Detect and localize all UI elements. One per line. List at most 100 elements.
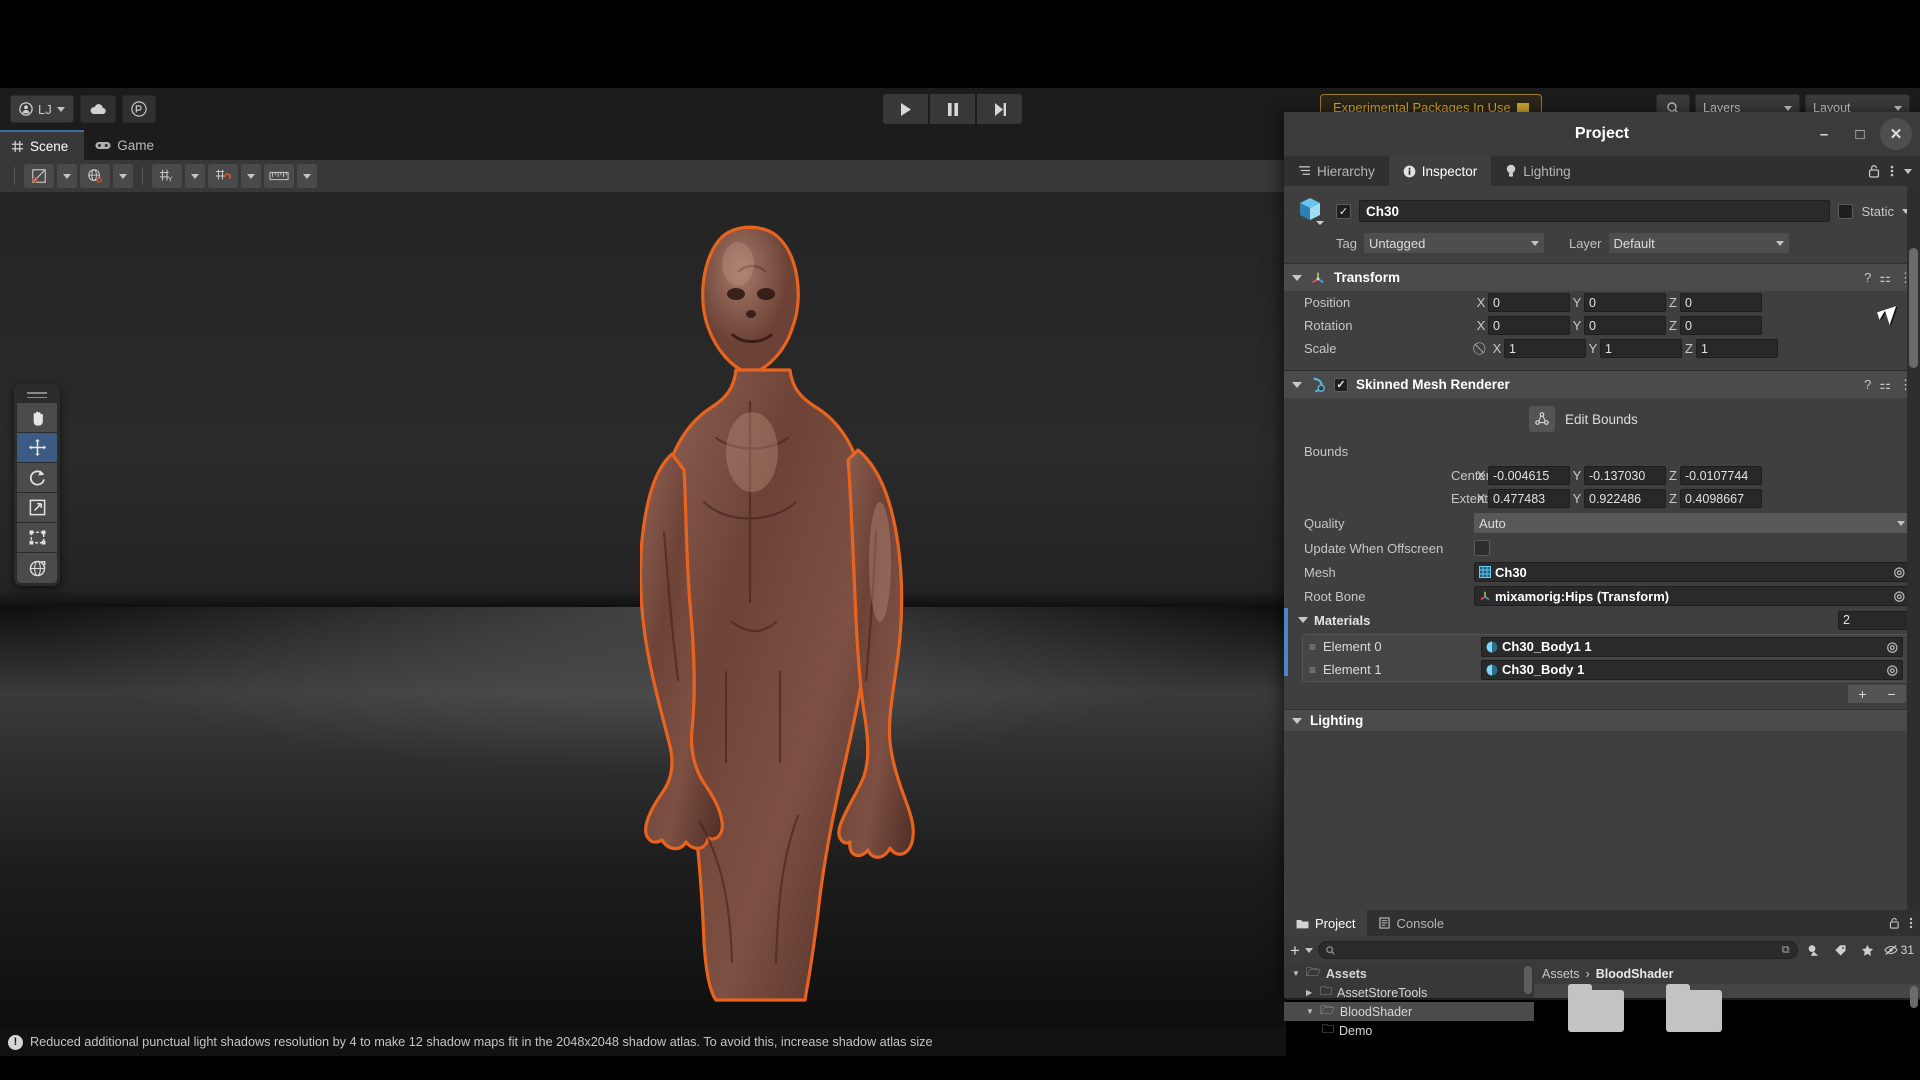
hidden-assets-indicator[interactable]: 31 [1883, 940, 1914, 960]
rotation-x-field[interactable]: 0 [1488, 316, 1570, 335]
transform-component-header[interactable]: Transform ? ⚏ ⋮ [1284, 263, 1920, 291]
scene-viewport[interactable]: ! Reduced additional punctual light shad… [0, 192, 1286, 1056]
tree-node-assets[interactable]: ▼ 🗁 Assets [1284, 964, 1534, 983]
type-filter-button[interactable] [1803, 940, 1825, 960]
tab-lighting[interactable]: Lighting [1491, 156, 1584, 186]
material-element-row[interactable]: ≡ Element 0 Ch30_Body1 1 ◎ [1303, 635, 1909, 658]
rotate-tool-button[interactable] [17, 463, 57, 493]
remove-material-button[interactable]: − [1877, 685, 1906, 703]
expand-triangle-icon[interactable]: ▼ [1292, 969, 1301, 978]
snap-increment-button[interactable] [208, 164, 238, 188]
gameobject-name-field[interactable]: Ch30 [1359, 200, 1831, 222]
object-picker-icon[interactable]: ◎ [1887, 639, 1898, 655]
update-offscreen-checkbox[interactable] [1474, 540, 1490, 556]
tab-scene[interactable]: Scene [0, 130, 85, 160]
lock-icon[interactable] [1889, 917, 1900, 929]
move-tool-button[interactable] [17, 433, 57, 463]
rect-tool-button[interactable] [17, 523, 57, 553]
object-picker-icon[interactable]: ◎ [1894, 588, 1905, 604]
position-z-field[interactable]: 0 [1680, 293, 1762, 312]
help-icon[interactable]: ? [1864, 377, 1871, 392]
tree-node-demo[interactable]: 🗀 Demo [1284, 1021, 1534, 1040]
mesh-object-field[interactable]: Ch30 ◎ [1474, 562, 1910, 582]
step-button[interactable] [977, 94, 1022, 124]
tab-hierarchy[interactable]: Hierarchy [1284, 156, 1389, 186]
minimize-button[interactable]: – [1808, 118, 1840, 150]
quality-dropdown[interactable]: Auto [1474, 513, 1910, 533]
tree-node-bloodshader[interactable]: ▼ 🗁 BloodShader [1284, 1002, 1534, 1021]
extent-y-field[interactable]: 0.922486 [1584, 489, 1666, 508]
close-button[interactable]: ✕ [1880, 118, 1912, 150]
window-title-bar[interactable]: Project – □ ✕ [1284, 112, 1920, 156]
edit-bounds-button[interactable] [1529, 406, 1555, 432]
expand-triangle-icon[interactable]: ▶ [1306, 988, 1315, 997]
tool-palette-grip[interactable] [17, 387, 57, 403]
center-z-field[interactable]: -0.0107744 [1680, 466, 1762, 485]
status-bar[interactable]: ! Reduced additional punctual light shad… [0, 1028, 1286, 1056]
object-picker-icon[interactable]: ◎ [1894, 564, 1905, 580]
materials-count-field[interactable]: 2 [1838, 610, 1910, 630]
lock-icon[interactable] [1868, 164, 1880, 178]
play-button[interactable] [883, 94, 928, 124]
preset-icon[interactable]: ⚏ [1879, 270, 1891, 286]
skinned-mesh-renderer-enabled-checkbox[interactable]: ✓ [1334, 377, 1348, 392]
cloud-button[interactable] [79, 95, 116, 123]
selected-character-mesh[interactable] [640, 202, 1070, 1002]
tree-node-assetstoretools[interactable]: ▶ 🗀 AssetStoreTools [1284, 983, 1534, 1002]
add-material-button[interactable]: + [1848, 685, 1877, 703]
preset-icon[interactable]: ⚏ [1879, 377, 1891, 393]
pause-button[interactable] [930, 94, 975, 124]
lighting-section-header[interactable]: Lighting [1284, 709, 1920, 731]
static-checkbox[interactable] [1838, 203, 1854, 219]
inspector-scrollbar-thumb[interactable] [1909, 248, 1918, 368]
tab-inspector[interactable]: Inspector [1388, 156, 1492, 186]
asset-folder-item[interactable] [1666, 984, 1722, 1032]
chevron-down-icon[interactable] [1904, 168, 1912, 174]
maximize-button[interactable]: □ [1844, 118, 1876, 150]
kebab-icon[interactable] [1890, 164, 1894, 178]
inspector-scrollbar-track[interactable] [1907, 186, 1920, 924]
position-y-field[interactable]: 0 [1584, 293, 1666, 312]
skinned-mesh-renderer-header[interactable]: ✓ Skinned Mesh Renderer ? ⚏ ⋮ [1284, 370, 1920, 398]
scale-x-field[interactable]: 1 [1504, 339, 1586, 358]
scale-tool-button[interactable] [17, 493, 57, 523]
grid-scrollbar-thumb[interactable] [1910, 986, 1918, 1008]
collapse-triangle-icon[interactable] [1292, 717, 1302, 724]
label-filter-button[interactable] [1830, 940, 1852, 960]
chevron-down-icon[interactable] [1304, 947, 1313, 953]
material-element-0-field[interactable]: Ch30_Body1 1 ◎ [1481, 636, 1903, 657]
tag-dropdown[interactable]: Untagged [1363, 233, 1544, 253]
ruler-button[interactable] [264, 164, 294, 188]
grid-visibility-dropdown[interactable] [185, 164, 205, 188]
gameobject-enabled-checkbox[interactable]: ✓ [1336, 203, 1351, 219]
extent-x-field[interactable]: 0.477483 [1488, 489, 1570, 508]
breadcrumb-assets[interactable]: Assets [1542, 967, 1580, 981]
snap-increment-dropdown[interactable] [241, 164, 261, 188]
package-manager-button[interactable] [121, 95, 156, 123]
shading-mode-dropdown[interactable] [57, 164, 77, 188]
tab-game[interactable]: Game [84, 130, 170, 160]
center-y-field[interactable]: -0.137030 [1584, 466, 1666, 485]
constrain-proportions-icon[interactable]: ⃠ [1474, 341, 1490, 356]
ruler-dropdown[interactable] [297, 164, 317, 188]
material-element-1-field[interactable]: Ch30_Body 1 ◎ [1481, 659, 1903, 680]
asset-folder-item[interactable] [1568, 984, 1624, 1032]
scale-z-field[interactable]: 1 [1696, 339, 1778, 358]
favorites-button[interactable] [1857, 940, 1879, 960]
position-x-field[interactable]: 0 [1488, 293, 1570, 312]
scale-y-field[interactable]: 1 [1600, 339, 1682, 358]
grid-visibility-button[interactable]: Y [152, 164, 182, 188]
hand-tool-button[interactable] [17, 403, 57, 433]
kebab-icon[interactable] [1909, 917, 1913, 929]
collapse-triangle-icon[interactable] [1298, 617, 1308, 623]
create-asset-button[interactable]: + [1290, 942, 1300, 959]
object-picker-icon[interactable]: ◎ [1887, 662, 1898, 678]
world-local-dropdown[interactable] [113, 164, 133, 188]
drag-handle-icon[interactable]: ≡ [1309, 663, 1316, 677]
breadcrumb-bloodshader[interactable]: BloodShader [1596, 967, 1674, 981]
expand-triangle-icon[interactable]: ▼ [1306, 1007, 1315, 1016]
shading-mode-button[interactable] [24, 164, 54, 188]
world-local-button[interactable] [80, 164, 110, 188]
save-search-icon[interactable]: ⧉ [1782, 944, 1790, 957]
drag-handle-icon[interactable]: ≡ [1309, 640, 1316, 654]
